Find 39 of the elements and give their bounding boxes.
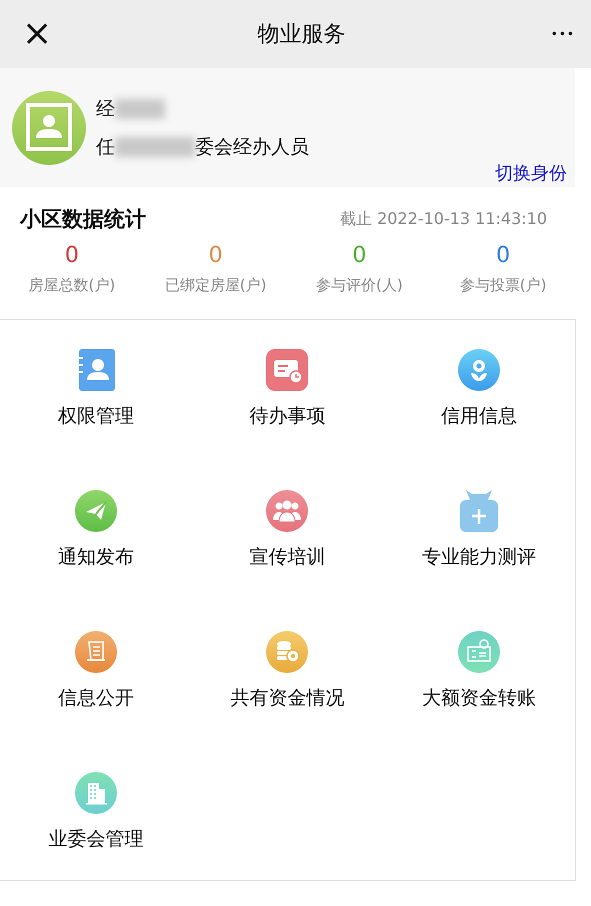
redaction-blur xyxy=(115,98,165,118)
service-item[interactable]: 专业能力测评 xyxy=(422,544,536,570)
people-group-icon xyxy=(266,490,308,532)
paper-plane-icon xyxy=(74,490,117,532)
money-bag-icon xyxy=(458,490,500,532)
close-button[interactable]: × xyxy=(22,16,52,52)
building-icon xyxy=(74,772,117,814)
service-item[interactable]: 宣传培训 xyxy=(249,544,326,570)
service-item[interactable]: 权限管理 xyxy=(58,403,134,429)
service-item[interactable]: 通知发布 xyxy=(58,544,134,570)
switch-identity-link[interactable]: 切换身份 xyxy=(495,161,567,185)
stat-value: 0 xyxy=(352,243,366,268)
stat-label: 参与评价(人) xyxy=(316,276,403,295)
stats-title: 小区数据统计 xyxy=(20,206,146,233)
stat-value: 0 xyxy=(496,243,510,268)
service-item[interactable]: 大额资金转账 xyxy=(422,685,536,711)
stat-value: 0 xyxy=(64,243,79,268)
stat-label: 房屋总数(户) xyxy=(28,276,116,295)
stat-label: 参与投票(户) xyxy=(460,276,546,295)
service-item[interactable]: 待办事项 xyxy=(249,403,326,429)
page-title: 物业服务 xyxy=(257,21,346,49)
role-text: 委会经办人员 xyxy=(195,134,309,160)
flower-icon xyxy=(458,349,500,391)
scroll-icon xyxy=(74,631,117,673)
stat-label: 已绑定房屋(户) xyxy=(164,276,266,295)
service-item[interactable]: 共有资金情况 xyxy=(230,685,344,711)
contact-book-icon xyxy=(76,349,115,391)
role-prefix: 任 xyxy=(96,134,115,160)
service-item[interactable]: 信息公开 xyxy=(58,685,134,711)
user-name: 经 xyxy=(96,96,115,122)
card-clock-icon xyxy=(266,349,308,391)
service-item[interactable]: 信用信息 xyxy=(441,403,518,429)
cheque-search-icon xyxy=(458,631,500,673)
as-of-time: 截止 2022-10-13 11:43:10 xyxy=(340,208,547,230)
stat-value: 0 xyxy=(208,243,223,268)
coin-stack-icon xyxy=(266,631,308,673)
more-button[interactable]: ••• xyxy=(550,27,575,41)
service-item[interactable]: 业委会管理 xyxy=(48,826,144,852)
avatar-icon xyxy=(12,90,86,164)
